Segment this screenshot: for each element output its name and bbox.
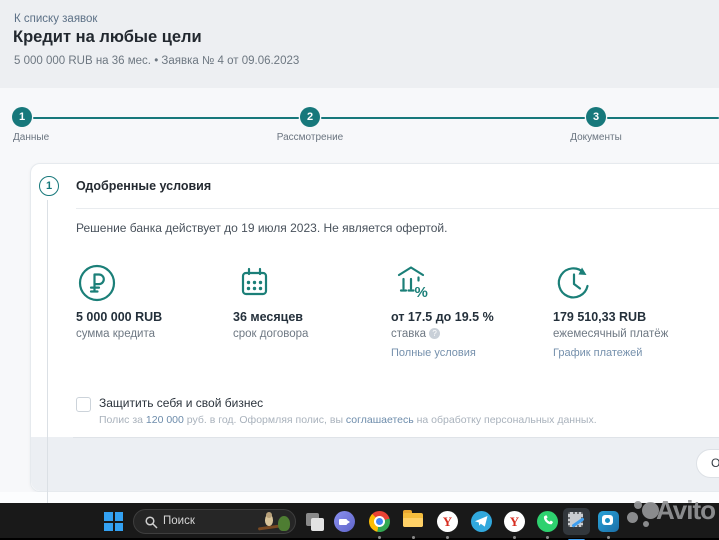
stepper-line-2 (321, 117, 585, 119)
running-indicator-yandex (446, 536, 449, 539)
monthly-payment-label: ежемесячный платёж (553, 328, 705, 340)
running-indicator-chrome (378, 536, 381, 539)
monthly-payment-value: 179 510,33 RUB (553, 310, 705, 324)
step-circle-3[interactable]: 3 (586, 107, 606, 127)
rate-help-icon[interactable]: ? (429, 328, 440, 339)
stepper-line-3 (607, 117, 719, 119)
video-camera-glyph (339, 519, 347, 525)
footer-divider (73, 437, 719, 438)
page-title: Кредит на любые цели (13, 28, 202, 47)
svg-text:%: % (415, 284, 428, 301)
fine-print-part1: Полис за (99, 414, 143, 426)
running-indicator-pinned-app (607, 536, 610, 539)
consent-link[interactable]: соглашаетесь (346, 414, 414, 426)
card-footer: От (31, 437, 719, 491)
insurance-checkbox-label[interactable]: Защитить себя и свой бизнес (99, 396, 263, 410)
running-indicator-yandex-2 (513, 536, 516, 539)
fine-print-part2: руб. в год. Оформляя полис, вы (187, 414, 343, 426)
step-label-documents: Документы (526, 132, 666, 143)
telegram-icon[interactable] (471, 511, 492, 532)
insurance-fine-print: Полис за 120 000 руб. в год. Оформляя по… (99, 414, 719, 426)
approved-terms-card: 1 Одобренные условия Решение банка дейст… (30, 163, 719, 492)
bird-art (265, 514, 273, 526)
contract-duration-value: 36 месяцев (233, 310, 385, 324)
start-pane (115, 523, 124, 532)
interest-rate-label: ставка? (391, 328, 543, 340)
decline-button[interactable]: От (696, 449, 719, 478)
stepper-vertical-connector (47, 200, 48, 503)
search-placeholder-text: Поиск (163, 515, 195, 527)
term-contract-duration: 36 месяцев срок договора (233, 262, 385, 340)
start-pane (104, 523, 113, 532)
step-label-data: Данные (13, 132, 49, 143)
folder-front (403, 518, 423, 527)
file-explorer-icon[interactable] (403, 513, 423, 528)
back-to-applications-link[interactable]: К списку заявок (14, 13, 97, 25)
paper-plane-glyph (471, 511, 492, 532)
loan-amount-value: 5 000 000 RUB (76, 310, 228, 324)
start-pane (115, 512, 124, 521)
term-interest-rate: % от 17.5 до 19.5 % ставка? Полные услов… (391, 262, 543, 359)
running-indicator-whatsapp (546, 536, 549, 539)
term-loan-amount: 5 000 000 RUB сумма кредита (76, 262, 228, 340)
screenshot-tool-icon[interactable] (563, 508, 590, 535)
pinned-app-icon[interactable] (598, 511, 619, 532)
contract-duration-label: срок договора (233, 328, 385, 340)
card-title-divider (76, 208, 719, 209)
step-circle-2[interactable]: 2 (300, 107, 320, 127)
task-view-icon-front[interactable] (311, 518, 324, 531)
payment-schedule-link[interactable]: График платежей (553, 347, 705, 359)
card-step-number-badge: 1 (39, 176, 59, 196)
yandex-browser-icon-2[interactable]: Y (504, 511, 525, 532)
page-background-strip (0, 492, 719, 503)
windows-taskbar: Поиск Y Y (0, 503, 719, 540)
full-terms-link[interactable]: Полные условия (391, 347, 543, 359)
taskbar-search-input[interactable]: Поиск (133, 509, 296, 534)
interest-rate-value: от 17.5 до 19.5 % (391, 310, 543, 324)
stepper-line-1 (33, 117, 299, 119)
calendar-icon (233, 262, 385, 308)
chat-app-icon[interactable] (334, 511, 355, 532)
step-circle-1[interactable]: 1 (12, 107, 32, 127)
phone-glyph (537, 511, 558, 532)
fine-print-part3: на обработку персональных данных. (417, 414, 597, 426)
term-monthly-payment: 179 510,33 RUB ежемесячный платёж График… (553, 262, 705, 359)
loan-amount-label: сумма кредита (76, 328, 228, 340)
chrome-icon[interactable] (369, 511, 390, 532)
bush-art (278, 516, 290, 531)
card-title: Одобренные условия (76, 179, 211, 193)
whatsapp-icon[interactable] (537, 511, 558, 532)
bank-decision-note: Решение банка действует до 19 июля 2023.… (76, 221, 447, 235)
yandex-browser-icon[interactable]: Y (437, 511, 458, 532)
policy-price: 120 000 (146, 414, 184, 426)
application-summary: 5 000 000 RUB на 36 мес. • Заявка № 4 от… (14, 55, 299, 67)
bubble-dot-glyph (605, 518, 610, 523)
step-label-review: Рассмотрение (240, 132, 380, 143)
bank-percent-icon: % (391, 262, 543, 308)
start-pane (104, 512, 113, 521)
clock-refresh-icon (553, 262, 705, 308)
running-indicator-explorer (412, 536, 415, 539)
insurance-checkbox[interactable] (76, 397, 91, 412)
search-icon (145, 516, 158, 529)
search-bing-illustration (256, 512, 290, 533)
page-header: К списку заявок Кредит на любые цели 5 0… (0, 0, 719, 88)
chrome-core (376, 518, 383, 525)
windows-start-icon[interactable] (104, 512, 123, 531)
interest-rate-label-text: ставка (391, 328, 426, 340)
ruble-circle-icon (76, 262, 228, 308)
progress-stepper: 1 2 3 Данные Рассмотрение Документы (0, 88, 719, 163)
